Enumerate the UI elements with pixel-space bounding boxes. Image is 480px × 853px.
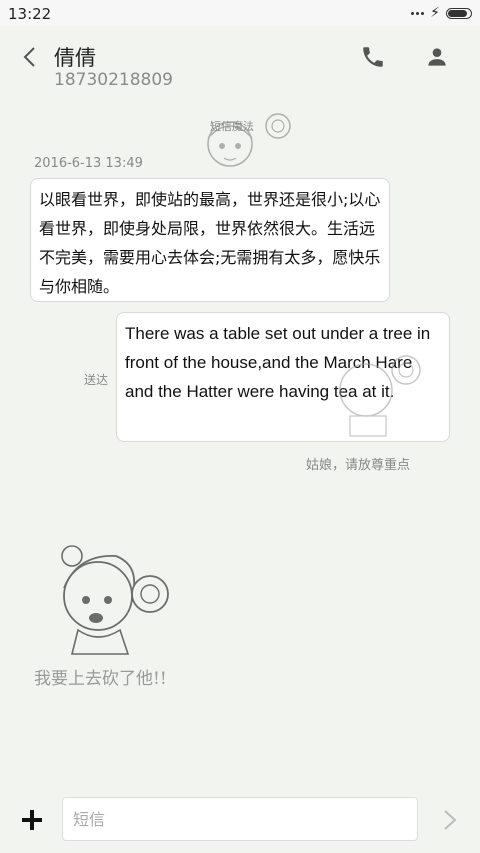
back-button[interactable] — [16, 42, 42, 72]
call-button[interactable] — [360, 44, 386, 70]
more-dots-icon — [411, 11, 425, 15]
big-sticker-caption: 我要上去砍了他!! — [34, 669, 167, 689]
chevron-right-icon — [444, 810, 457, 830]
message-list[interactable]: 短信魔法 2016-6-13 13:49 以眼看世界，即使站的最高，世界还是很小… — [0, 106, 480, 784]
person-icon — [428, 48, 446, 66]
sms-input[interactable] — [62, 797, 418, 841]
sticker-text: 短信魔法 — [210, 120, 254, 133]
plus-icon — [22, 810, 42, 830]
charging-icon: ⚡ — [430, 5, 440, 21]
status-time: 13:22 — [8, 5, 52, 23]
received-message-text: 以眼看世界，即使站的最高，世界还是很小;以心看世界，即使身处局限，世界依然很大。… — [39, 190, 381, 296]
status-bar: 13:22 ⚡ — [0, 0, 480, 26]
contact-number: 18730218809 — [54, 70, 173, 90]
delivery-status: 送达 — [84, 373, 109, 387]
anime-sticker-image — [207, 113, 291, 167]
composer-bar — [0, 784, 480, 853]
conversation-header: 倩倩 18730218809 — [0, 26, 480, 106]
battery-icon — [446, 7, 472, 19]
attach-button[interactable] — [20, 808, 44, 832]
contact-name: 倩倩 — [54, 46, 96, 70]
bubble-sticker-image — [339, 355, 421, 437]
sticker-caption: 姑娘，请放尊重点 — [306, 458, 411, 473]
received-message-bubble[interactable]: 以眼看世界，即使站的最高，世界还是很小;以心看世界，即使身处局限，世界依然很大。… — [30, 178, 390, 302]
chevron-left-icon — [23, 47, 35, 67]
message-timestamp: 2016-6-13 13:49 — [34, 156, 143, 171]
phone-icon — [363, 47, 383, 67]
anime-girl-sticker — [61, 545, 169, 655]
send-button[interactable] — [440, 808, 460, 832]
status-icons: ⚡ — [411, 6, 472, 20]
contact-info-button[interactable] — [424, 44, 450, 70]
